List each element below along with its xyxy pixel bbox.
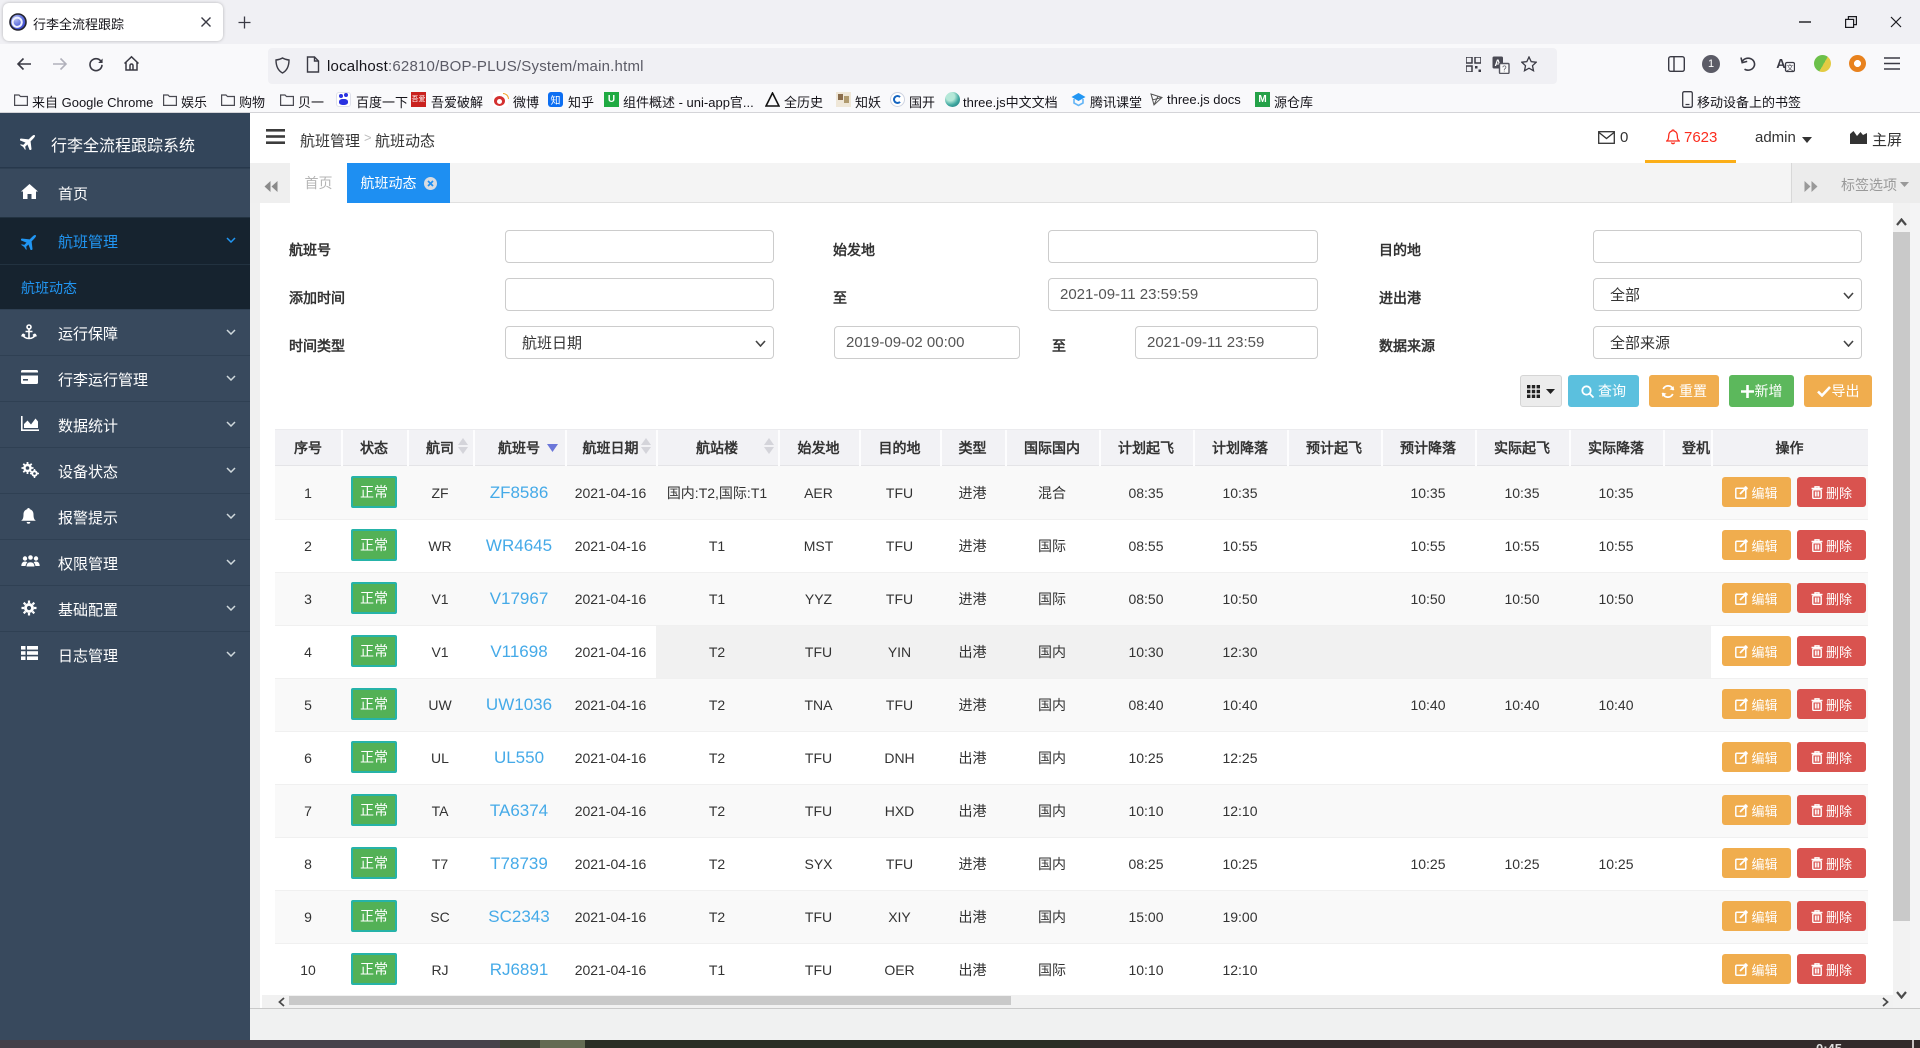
svg-text:?: ? bbox=[1502, 64, 1507, 73]
svg-text:A: A bbox=[1776, 56, 1786, 71]
svg-text:文: 文 bbox=[1787, 63, 1794, 72]
